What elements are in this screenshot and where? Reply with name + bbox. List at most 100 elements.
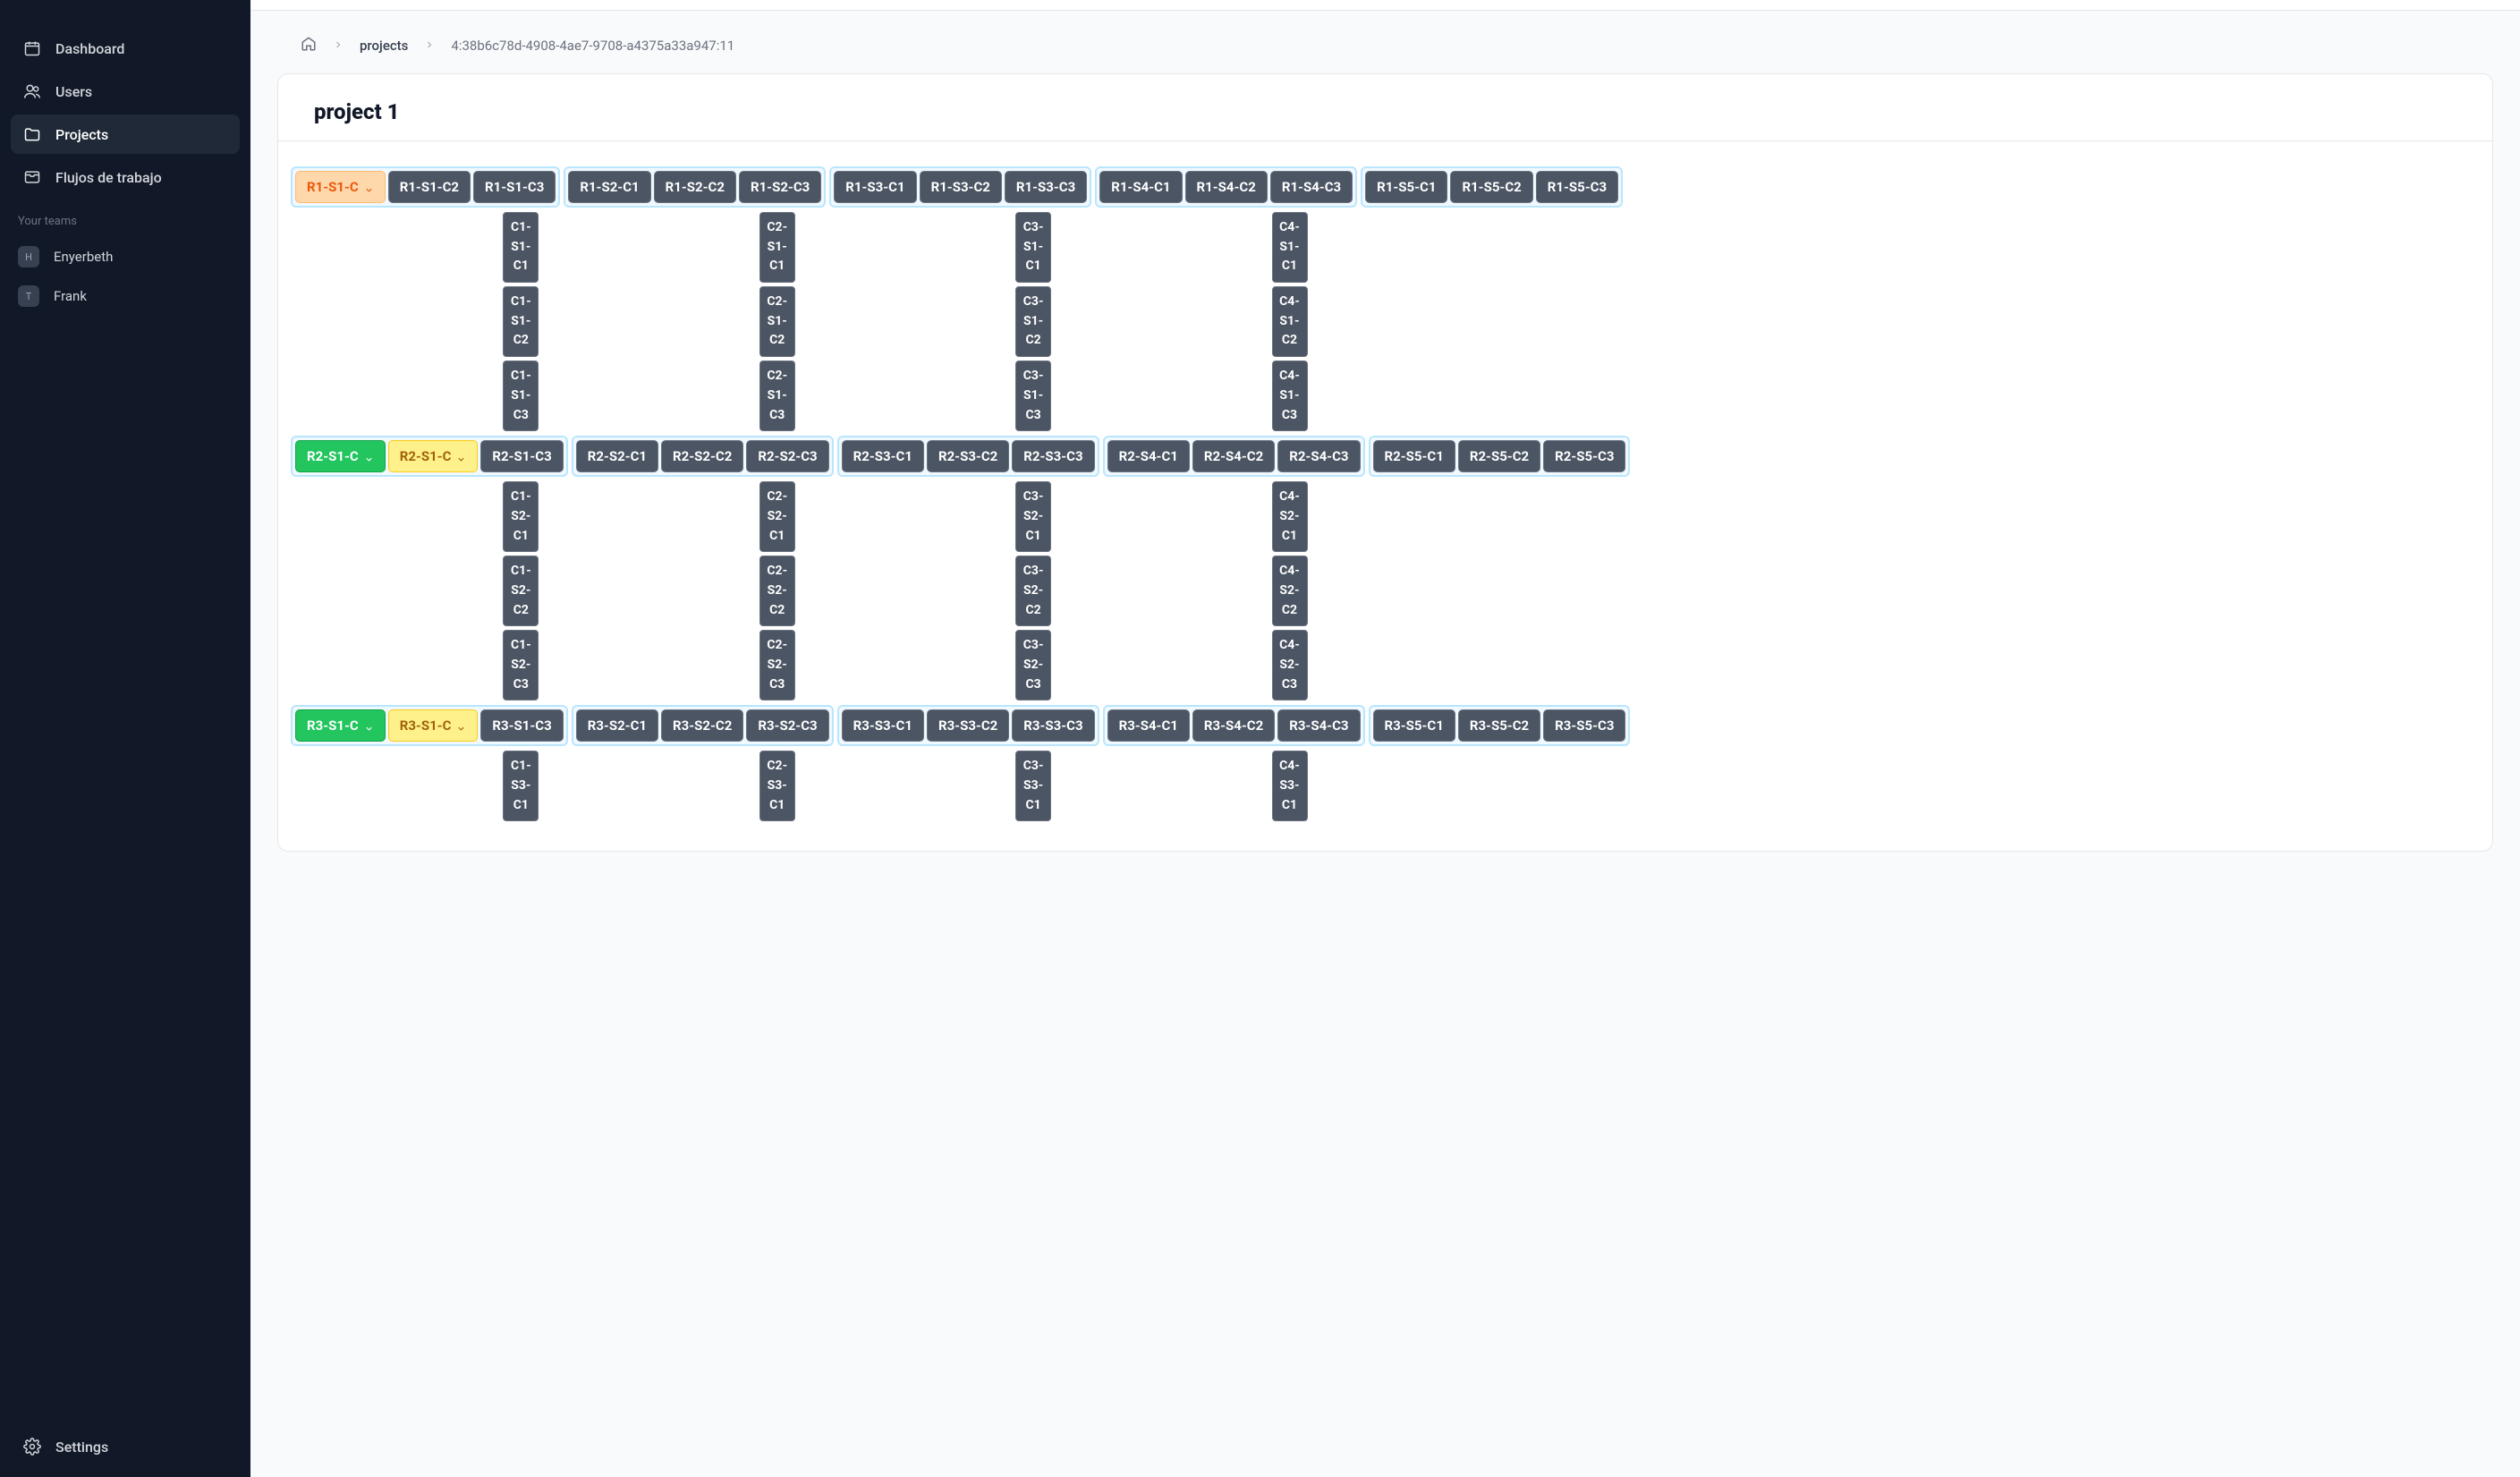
grid-cell-label: R3-S1-C3 [492,717,551,734]
grid-sub-cell[interactable]: C2-S3-C1 [759,751,795,821]
grid-cell-R3-S4-C3[interactable]: R3-S4-C3 [1277,709,1360,742]
grid-sub-cell[interactable]: C3-S2-C3 [1015,630,1051,700]
grid-cell-R1-S3-C2[interactable]: R1-S3-C2 [920,171,1002,203]
grid-sub-segment: XX-XX-XXXX-XX-XXC1-S1-C1C1-S1-C2C1-S1-C3 [291,208,543,436]
grid-segment-group: R2-S2-C1 R2-S2-C2R2-S2-C3 [572,436,834,477]
grid-cell-label: R1-S3-C2 [931,179,990,195]
home-icon[interactable] [301,36,317,55]
avatar: H [18,246,39,267]
grid-cell-R2-S2-C2[interactable]: R2-S2-C2 [661,440,743,472]
sidebar-item-workflows[interactable]: Flujos de trabajo [11,157,240,197]
grid-sub-cell[interactable]: C1-S1-C1 [503,212,539,283]
grid-cell-R1-S2-C2[interactable]: R1-S2-C2 [654,171,736,203]
grid-segment-group: R3-S5-C1 R3-S5-C2R3-S5-C3 [1369,705,1631,746]
grid-cell-R2-S3-C2[interactable]: R2-S3-C2 [927,440,1009,472]
grid-sub-cell[interactable]: C3-S2-C2 [1015,556,1051,626]
grid-cell-R3-S3-C1[interactable]: R3-S3-C1 [842,709,924,742]
grid-cell-label: R3-S5-C1 [1385,717,1444,734]
grid-sub-cell[interactable]: C1-S3-C1 [503,751,539,821]
grid-cell-R1-S2-C3[interactable]: R1-S2-C3 [739,171,821,203]
grid-cell-R3-S2-C1[interactable]: R3-S2-C1 [576,709,658,742]
grid-cell-R1-S4-C1[interactable]: R1-S4-C1 [1099,171,1182,203]
grid-cell-label: R3-S4-C3 [1289,717,1348,734]
grid-cell-R1-S5-C1[interactable]: R1-S5-C1 [1365,171,1447,203]
grid-cell-R1-S3-C3[interactable]: R1-S3-C3 [1005,171,1087,203]
gear-icon [23,1438,41,1456]
grid-cell-R1-S4-C3[interactable]: R1-S4-C3 [1270,171,1353,203]
grid-cell-R2-S2-C1[interactable]: R2-S2-C1 [576,440,658,472]
grid-cell-label: R2-S2-C1 [588,448,647,464]
grid-cell-R3-S5-C3[interactable]: R3-S5-C3 [1543,709,1625,742]
grid-cell-R2-S2-C3[interactable]: R2-S2-C3 [746,440,828,472]
grid-sub-cell[interactable]: C2-S2-C3 [759,630,795,700]
grid-cell-R2-S1-C1[interactable]: R2-S1-C [295,440,386,472]
chevron-down-icon [364,452,374,462]
breadcrumb-projects-link[interactable]: projects [360,38,408,54]
grid-cell-R2-S5-C1[interactable]: R2-S5-C1 [1373,440,1455,472]
grid-cell-R2-S4-C3[interactable]: R2-S4-C3 [1277,440,1360,472]
grid-sub-cell[interactable]: C3-S2-C1 [1015,481,1051,552]
grid-sub-col [1492,212,1564,431]
grid-sub-cell[interactable]: C3-S1-C1 [1015,212,1051,283]
team-item[interactable]: TFrank [11,276,240,316]
grid-cell-R3-S1-C2[interactable]: R3-S1-C [388,709,479,742]
grid-cell-R2-S3-C3[interactable]: R2-S3-C3 [1012,440,1094,472]
chevron-down-icon [456,452,466,462]
project-card: project 1 R1-S1-CR1-S1-C2R1-S1-C3 R1-S2-C… [277,73,2493,852]
grid-cell-R2-S1-C2[interactable]: R2-S1-C [388,440,479,472]
grid-sub-cell[interactable]: C4-S2-C3 [1272,630,1308,700]
grid-sub-cell[interactable]: C2-S2-C2 [759,556,795,626]
grid-cell-R1-S4-C2[interactable]: R1-S4-C2 [1185,171,1268,203]
grid-sub-cell[interactable]: C1-S1-C3 [503,361,539,431]
grid-sub-cell[interactable]: C4-S3-C1 [1272,751,1308,821]
grid-sub-segment: XX-XX-XXXX-XX-XXC1-S2-C1C1-S2-C2C1-S2-C3 [291,477,543,705]
grid-sub-cell[interactable]: C2-S2-C1 [759,481,795,552]
grid-cell-R3-S5-C1[interactable]: R3-S5-C1 [1373,709,1455,742]
grid-sub-cell[interactable]: C4-S1-C1 [1272,212,1308,283]
sidebar-item-users[interactable]: Users [11,72,240,111]
grid-cell-R2-S4-C1[interactable]: R2-S4-C1 [1107,440,1190,472]
grid-sub-col: C4-S2-C1 C4-S2-C2 C4-S2-C3 [1236,481,1308,700]
grid-cell-R1-S1-C2[interactable]: R1-S1-C2 [388,171,471,203]
grid-cell-R2-S5-C3[interactable]: R2-S5-C3 [1543,440,1625,472]
grid-cell-R3-S5-C2[interactable]: R3-S5-C2 [1458,709,1540,742]
page-title: project 1 [314,99,2456,124]
grid-sub-cell[interactable]: C4-S1-C2 [1272,286,1308,357]
grid-cell-R1-S5-C3[interactable]: R1-S5-C3 [1536,171,1618,203]
grid-cell-R1-S3-C1[interactable]: R1-S3-C1 [834,171,916,203]
grid-cell-R3-S1-C3[interactable]: R3-S1-C3 [480,709,563,742]
grid-cell-R2-S3-C1[interactable]: R2-S3-C1 [842,440,924,472]
grid-cell-R2-S4-C2[interactable]: R2-S4-C2 [1192,440,1275,472]
sidebar-item-projects[interactable]: Projects [11,115,240,154]
grid-cell-R3-S4-C2[interactable]: R3-S4-C2 [1192,709,1275,742]
grid-cell-R3-S2-C3[interactable]: R3-S2-C3 [746,709,828,742]
grid-sub-cell[interactable]: C1-S1-C2 [503,286,539,357]
grid-sub-cell[interactable]: C4-S1-C3 [1272,361,1308,431]
grid-sub-cell[interactable]: C3-S3-C1 [1015,751,1051,821]
grid-cell-R1-S1-C3[interactable]: R1-S1-C3 [473,171,556,203]
grid-cell-R2-S5-C2[interactable]: R2-S5-C2 [1458,440,1540,472]
grid-cell-R1-S1-C1[interactable]: R1-S1-C [295,171,386,203]
grid-cell-R3-S1-C1[interactable]: R3-S1-C [295,709,386,742]
team-item[interactable]: HEnyerbeth [11,237,240,276]
grid-cell-R3-S4-C1[interactable]: R3-S4-C1 [1107,709,1190,742]
grid-segment-group: R1-S3-C1 R1-S3-C2 R1-S3-C3 [829,166,1091,208]
grid-cell-R1-S5-C2[interactable]: R1-S5-C2 [1450,171,1532,203]
grid-sub-cell[interactable]: C1-S2-C2 [503,556,539,626]
grid-sub-cell[interactable]: C3-S1-C3 [1015,361,1051,431]
grid-cell-R3-S2-C2[interactable]: R3-S2-C2 [661,709,743,742]
sidebar-item-dashboard[interactable]: Dashboard [11,29,240,68]
grid-sub-cell[interactable]: C2-S1-C1 [759,212,795,283]
grid-cell-R3-S3-C3[interactable]: R3-S3-C3 [1012,709,1094,742]
grid-sub-cell[interactable]: C1-S2-C3 [503,630,539,700]
grid-sub-cell[interactable]: C2-S1-C3 [759,361,795,431]
grid-cell-R3-S3-C2[interactable]: R3-S3-C2 [927,709,1009,742]
settings-button[interactable]: Settings [11,1427,240,1466]
grid-sub-cell[interactable]: C1-S2-C1 [503,481,539,552]
grid-cell-R1-S2-C1[interactable]: R1-S2-C1 [568,171,650,203]
grid-sub-cell[interactable]: C3-S1-C2 [1015,286,1051,357]
grid-cell-R2-S1-C3[interactable]: R2-S1-C3 [480,440,563,472]
grid-sub-cell[interactable]: C4-S2-C1 [1272,481,1308,552]
grid-sub-cell[interactable]: C2-S1-C2 [759,286,795,357]
grid-sub-cell[interactable]: C4-S2-C2 [1272,556,1308,626]
